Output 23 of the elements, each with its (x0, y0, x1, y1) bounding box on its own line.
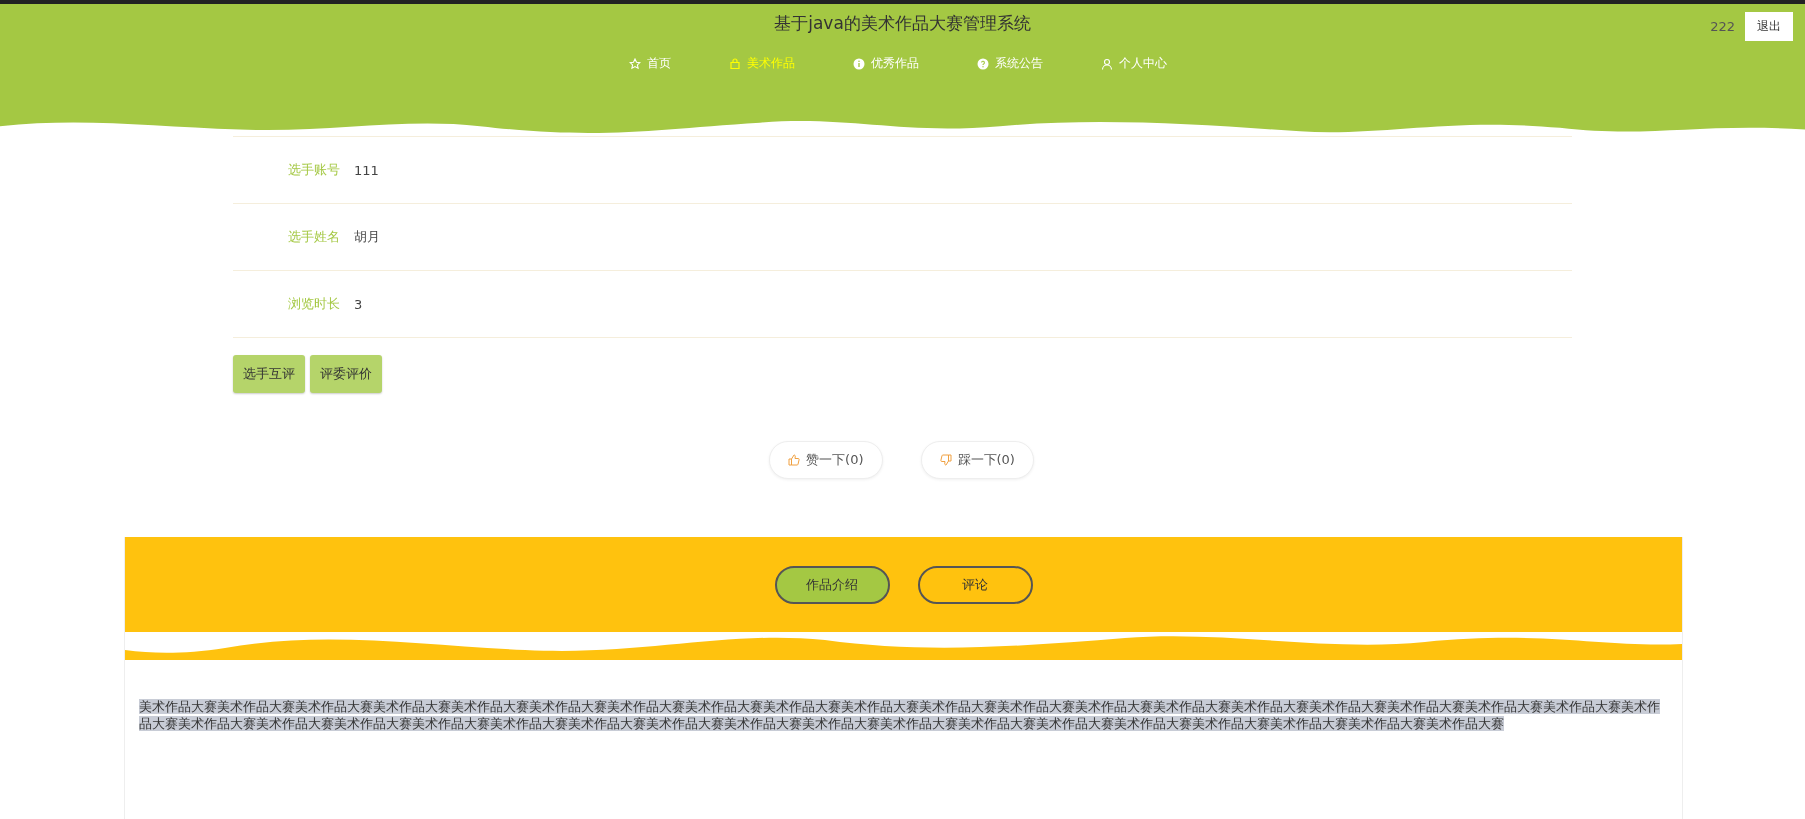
username: 222 (1710, 19, 1735, 34)
tab[interactable]: 评论 (917, 566, 1033, 604)
action-button[interactable]: 选手互评 (233, 355, 305, 393)
field-value: 3 (354, 296, 363, 312)
field-label: 选手姓名 (287, 228, 341, 246)
star-icon (628, 57, 641, 70)
logout-button[interactable]: 退出 (1745, 12, 1793, 41)
thumbs-up-icon (788, 454, 801, 466)
bag-icon (728, 57, 741, 70)
tab[interactable]: 作品介绍 (774, 566, 890, 604)
description-text: 美术作品大赛美术作品大赛美术作品大赛美术作品大赛美术作品大赛美术作品大赛美术作品大赛美术作品大赛美术作品大赛美术作品大赛美术作品大赛美术作品大赛美术作品大赛美术作品大赛美术作品大赛美术作品大赛美术作品大赛美术作品大赛美术作品大赛美术作品大赛美术作品大赛美术作品大赛美术作品大赛美术作品大赛美术作品大赛美术作品大赛美术作品大赛美术作品大赛美术作品大赛美术作品大赛美术作品大赛美术作品大赛美术作品大赛美术作品大赛美术作品大赛美术作品大赛美术作品大赛 (139, 698, 1661, 732)
field-label: 选手账号 (287, 161, 341, 179)
like-button[interactable]: 赞一下(0) (769, 441, 883, 479)
action-button[interactable]: 评委评价 (310, 355, 382, 393)
field-value: 111 (354, 162, 379, 178)
user-icon (1100, 57, 1113, 70)
thumbs-down-icon (939, 454, 952, 466)
site-title: 基于java的美术作品大赛管理系统 (774, 13, 1031, 33)
dislike-button[interactable]: 踩一下(0) (920, 441, 1034, 479)
info-icon (852, 57, 865, 70)
field-value: 胡月 (354, 228, 380, 246)
field-label: 浏览时长 (287, 295, 341, 313)
help-icon (976, 57, 989, 70)
